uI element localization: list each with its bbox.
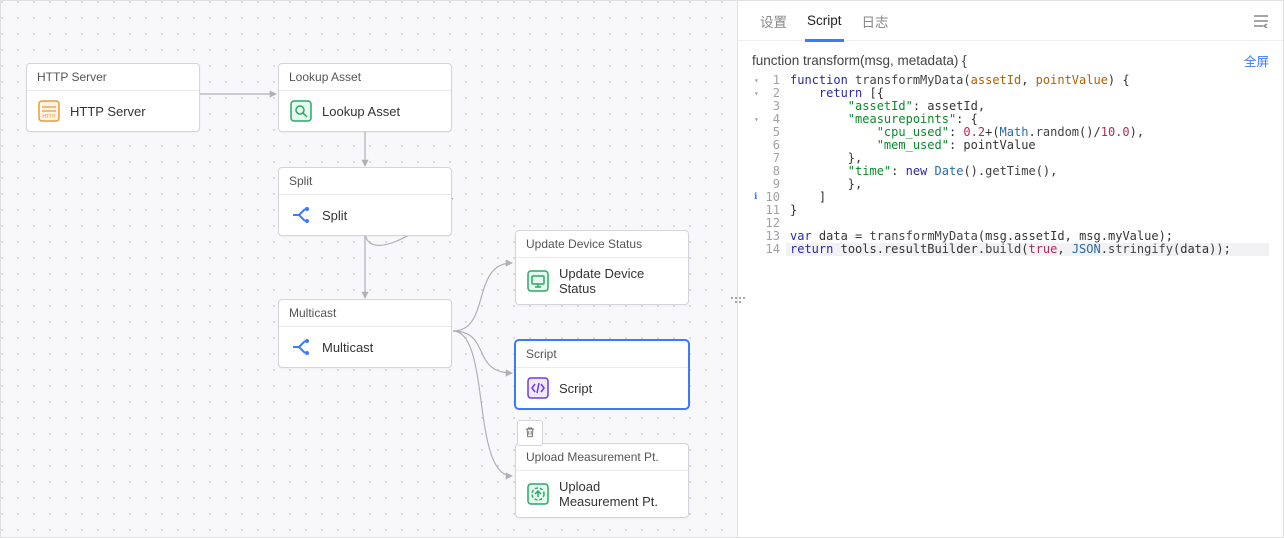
- collapse-panel-icon[interactable]: [1251, 11, 1271, 31]
- node-title: Script: [516, 341, 688, 368]
- node-split[interactable]: Split Split: [278, 167, 452, 236]
- right-panel: 设置 Script 日志 function transform(msg, met…: [738, 1, 1283, 537]
- tab-script[interactable]: Script: [797, 1, 852, 41]
- node-label: Upload Measurement Pt.: [559, 479, 678, 509]
- trash-icon: [523, 425, 537, 442]
- tab-logs[interactable]: 日志: [852, 1, 899, 41]
- node-label: Script: [559, 381, 592, 396]
- node-title: Multicast: [279, 300, 451, 327]
- code-editor[interactable]: 1 2 3 4 5 6 7 8 9 10 11 12 13 14 functio…: [752, 74, 1269, 537]
- node-label: Multicast: [322, 340, 373, 355]
- function-signature: function transform(msg, metadata) {: [752, 53, 967, 68]
- http-server-icon: HTTP: [37, 99, 61, 123]
- app-root: HTTP Server HTTP HTTP Server Lookup Asse…: [1, 1, 1283, 537]
- panel-resize-handle[interactable]: [731, 293, 745, 307]
- editor-gutter: 1 2 3 4 5 6 7 8 9 10 11 12 13 14: [752, 74, 786, 537]
- update-device-status-icon: [526, 269, 550, 293]
- node-title: Split: [279, 168, 451, 195]
- lookup-asset-icon: [289, 99, 313, 123]
- fullscreen-link[interactable]: 全屏: [1244, 51, 1269, 70]
- flow-canvas[interactable]: HTTP Server HTTP HTTP Server Lookup Asse…: [1, 1, 738, 537]
- node-title: Lookup Asset: [279, 64, 451, 91]
- node-multicast[interactable]: Multicast Multicast: [278, 299, 452, 368]
- node-title: HTTP Server: [27, 64, 199, 91]
- node-update-device-status[interactable]: Update Device Status Update Device Statu…: [515, 230, 689, 305]
- tab-settings[interactable]: 设置: [750, 1, 797, 41]
- multicast-icon: [289, 335, 313, 359]
- delete-button[interactable]: [517, 420, 543, 446]
- node-script[interactable]: Script Script: [515, 340, 689, 409]
- node-upload-measurement[interactable]: Upload Measurement Pt. Upload Measuremen…: [515, 443, 689, 518]
- node-http-server[interactable]: HTTP Server HTTP HTTP Server: [26, 63, 200, 132]
- node-title: Update Device Status: [516, 231, 688, 258]
- script-icon: [526, 376, 550, 400]
- script-header: function transform(msg, metadata) { 全屏: [752, 51, 1269, 70]
- upload-measurement-icon: [526, 482, 550, 506]
- node-label: Update Device Status: [559, 266, 678, 296]
- tabs: 设置 Script 日志: [738, 1, 1283, 41]
- node-lookup-asset[interactable]: Lookup Asset Lookup Asset: [278, 63, 452, 132]
- svg-text:HTTP: HTTP: [42, 114, 56, 120]
- split-icon: [289, 203, 313, 227]
- editor-code[interactable]: function transformMyData(assetId, pointV…: [786, 74, 1269, 537]
- node-label: Split: [322, 208, 347, 223]
- node-label: HTTP Server: [70, 104, 146, 119]
- node-title: Upload Measurement Pt.: [516, 444, 688, 471]
- script-area: function transform(msg, metadata) { 全屏 1…: [738, 41, 1283, 537]
- node-label: Lookup Asset: [322, 104, 400, 119]
